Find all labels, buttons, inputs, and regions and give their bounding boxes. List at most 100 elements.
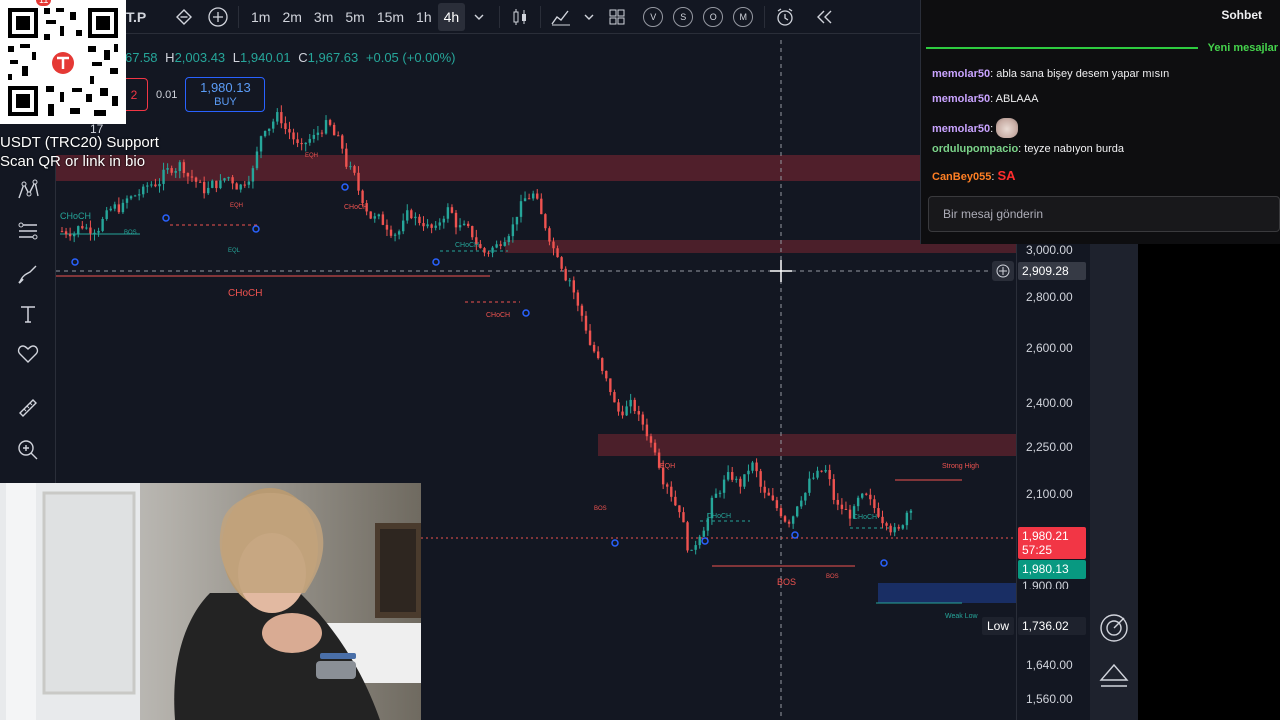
- timeframe-1m[interactable]: 1m: [245, 3, 276, 31]
- chat-message: memolar50: abla sana bişey desem yapar m…: [932, 68, 1170, 80]
- candle-body: [869, 494, 872, 500]
- candle-body: [158, 183, 161, 187]
- indicator-diamond-icon[interactable]: [170, 3, 198, 31]
- price-tick: 2,800.00: [1026, 290, 1073, 304]
- price-tick: 2,100.00: [1026, 487, 1073, 501]
- zoom-in-icon[interactable]: [14, 436, 42, 464]
- timeframe-4h[interactable]: 4h: [437, 2, 466, 31]
- fib-tool-icon[interactable]: [14, 218, 42, 246]
- candle-body: [743, 474, 746, 487]
- candle-body: [182, 162, 186, 174]
- candle-body: [349, 166, 352, 168]
- candle-body: [556, 248, 559, 258]
- candle-body: [653, 442, 657, 453]
- layout-grid-icon[interactable]: [603, 3, 631, 31]
- ohlc-change: +0.05 (+0.00%): [365, 50, 456, 65]
- choch-label-2: CHoCH: [228, 288, 262, 299]
- timeframe-1h[interactable]: 1h: [410, 3, 438, 31]
- candle-body: [767, 492, 770, 496]
- candle-body: [690, 549, 693, 551]
- candle-body: [759, 471, 762, 487]
- alert-clock-icon[interactable]: [771, 3, 799, 31]
- chat-username[interactable]: CanBey055: [932, 171, 991, 183]
- buy-button[interactable]: 1,980.13 BUY: [185, 77, 266, 112]
- chat-message: memolar50:: [932, 118, 1019, 138]
- candle-body: [718, 492, 722, 494]
- ohlc-close-label: C: [298, 50, 308, 65]
- symbol-name[interactable]: T.P: [126, 9, 162, 25]
- timeframe-3m[interactable]: 3m: [308, 3, 339, 31]
- candle-body: [860, 493, 864, 498]
- candle-body: [434, 225, 437, 228]
- candle-body: [637, 411, 640, 415]
- choch-label-1: CHoCH: [60, 211, 91, 221]
- compare-add-icon[interactable]: [204, 3, 232, 31]
- candle-body: [889, 525, 892, 533]
- candle-body: [844, 508, 848, 510]
- chat-input[interactable]: Bir mesaj gönderin: [928, 196, 1280, 232]
- candle-body: [393, 234, 397, 236]
- chevron-down-icon[interactable]: [575, 3, 603, 31]
- candle-body: [564, 268, 567, 281]
- stream-chat: Sohbet Yeni mesajlar memolar50: abla san…: [920, 0, 1280, 244]
- candle-body: [495, 244, 498, 248]
- candle-body: [576, 292, 580, 306]
- eqh-label-3: EQH: [230, 203, 243, 209]
- candle-style-icon[interactable]: [506, 3, 534, 31]
- donation-qr-code: 11: [0, 0, 126, 124]
- timeframe-2m[interactable]: 2m: [276, 3, 307, 31]
- candle-body: [109, 208, 112, 211]
- chat-username[interactable]: ordulupompacio: [932, 143, 1018, 155]
- price-tick: 3,000.00: [1026, 243, 1073, 257]
- bos-label-3: BOS: [594, 506, 607, 512]
- candle-body: [101, 218, 104, 231]
- script-button-o[interactable]: O: [703, 6, 724, 27]
- candle-body: [296, 139, 299, 143]
- script-button-v[interactable]: V: [643, 6, 664, 27]
- ruler-tool-icon[interactable]: [14, 394, 42, 422]
- chat-username[interactable]: memolar50: [932, 123, 990, 135]
- candle-body: [219, 180, 222, 189]
- text-tool-icon[interactable]: [14, 300, 42, 328]
- pattern-tool-icon[interactable]: [14, 176, 42, 204]
- heart-favorites-icon[interactable]: [14, 340, 42, 368]
- candle-body: [239, 184, 242, 190]
- price-tick: 2,600.00: [1026, 341, 1073, 355]
- candle-body: [804, 492, 807, 501]
- indicators-chart-icon[interactable]: [547, 3, 575, 31]
- candle-body: [674, 496, 677, 506]
- script-button-m[interactable]: M: [733, 6, 754, 27]
- toolbar-divider: [238, 5, 239, 28]
- script-button-s[interactable]: S: [673, 6, 694, 27]
- chevron-down-icon[interactable]: [465, 3, 493, 31]
- brush-tool-icon[interactable]: [14, 260, 42, 288]
- candle-body: [909, 510, 913, 513]
- crosshair-add-icon[interactable]: [992, 261, 1014, 281]
- candle-body: [605, 370, 608, 379]
- candle-body: [905, 512, 909, 526]
- drawing-toolbar: 17: [0, 122, 103, 490]
- chat-username[interactable]: memolar50: [932, 93, 990, 105]
- candle-body: [856, 497, 860, 507]
- candle-body: [235, 183, 238, 190]
- candle-body: [272, 121, 275, 129]
- ohlc-high-label: H: [165, 50, 175, 65]
- layers-icon[interactable]: [1098, 662, 1130, 695]
- crosshair-price-label: 2,909.28: [1018, 262, 1086, 280]
- candle-body: [97, 230, 100, 233]
- chat-username[interactable]: memolar50: [932, 68, 990, 80]
- candle-body: [174, 171, 177, 173]
- candle-body: [824, 470, 827, 472]
- candle-body: [483, 248, 486, 253]
- candle-body: [357, 172, 360, 191]
- replay-rewind-icon[interactable]: [811, 3, 839, 31]
- candle-body: [771, 495, 775, 501]
- candle-body: [137, 194, 141, 196]
- timeframe-5m[interactable]: 5m: [339, 3, 370, 31]
- candle-body: [125, 198, 129, 203]
- price-axis[interactable]: 3,000.00 2,800.00 2,600.00 2,400.00 2,25…: [1016, 230, 1090, 720]
- target-icon[interactable]: [1098, 612, 1130, 649]
- candle-body: [166, 168, 169, 170]
- timeframe-15m[interactable]: 15m: [371, 3, 410, 31]
- chat-text: SA: [997, 168, 1016, 183]
